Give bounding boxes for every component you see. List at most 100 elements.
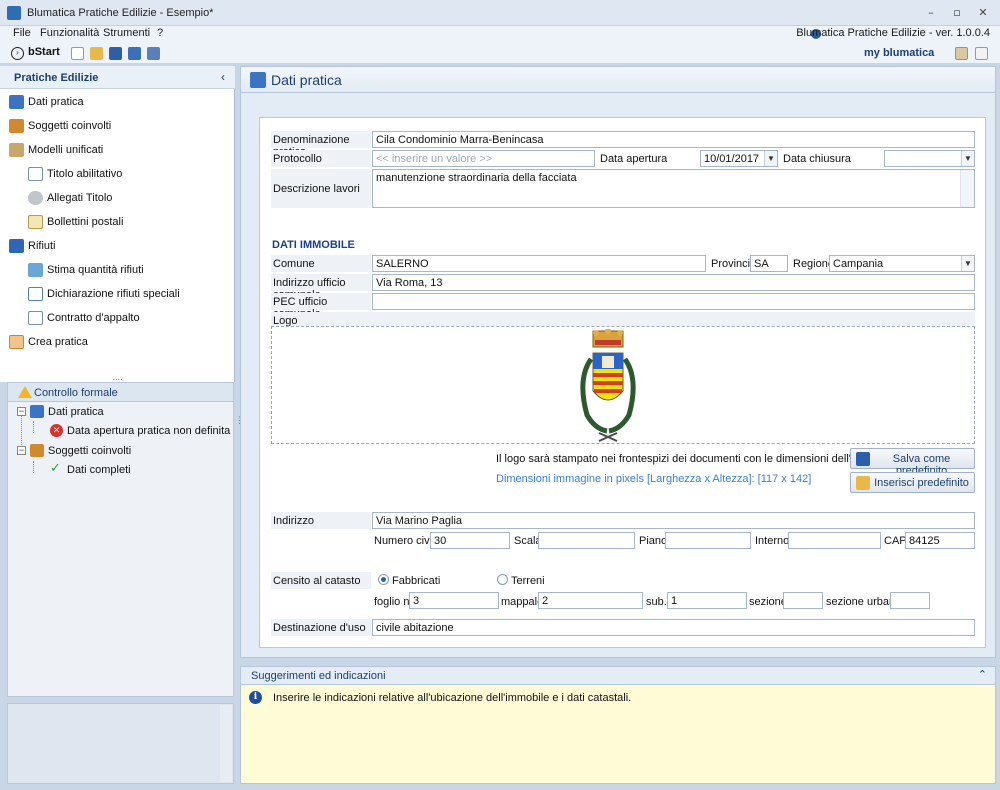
page-title: Dati pratica — [271, 72, 342, 88]
denominazione-field[interactable]: Cila Condominio Marra-Benincasa — [372, 131, 975, 148]
sidebar-item-label: Stima quantità rifiuti — [47, 264, 144, 276]
close-button[interactable]: ✕ — [970, 4, 996, 22]
save-icon[interactable] — [109, 47, 122, 60]
descrizione-field[interactable]: manutenzione straordinaria della facciat… — [372, 169, 975, 208]
main-header: Dati pratica — [240, 66, 996, 93]
tree-collapse-toggle[interactable]: − — [17, 446, 26, 455]
regione-select[interactable]: Campania ▼ — [829, 255, 975, 272]
sidebar-header: Pratiche Edilizie ‹ — [0, 66, 235, 89]
data-apertura-field[interactable]: 10/01/2017 ▼ — [700, 150, 778, 167]
cap-label: CAP — [884, 535, 907, 547]
protocollo-label: Protocollo — [271, 150, 371, 167]
collapse-suggestions-button[interactable]: ⌃ — [978, 668, 987, 681]
cap-field[interactable]: 84125 — [905, 532, 975, 549]
menu-strumenti[interactable]: Strumenti — [103, 27, 150, 39]
suggestions-title: Suggerimenti ed indicazioni — [251, 670, 386, 682]
recycle-icon — [9, 239, 24, 253]
indirizzo-ufficio-field[interactable]: Via Roma, 13 — [372, 274, 975, 291]
house-doc-icon — [30, 405, 44, 418]
indirizzo-field[interactable]: Via Marino Paglia — [372, 512, 975, 529]
postal-icon — [28, 215, 43, 229]
bstart-button[interactable]: bStart — [28, 46, 60, 58]
menu-help[interactable]: ? — [157, 27, 163, 39]
paperclip-icon — [28, 191, 43, 205]
numero-civico-field[interactable]: 30 — [430, 532, 510, 549]
tree-node-label: Soggetti coinvolti — [48, 445, 132, 457]
user-card-icon[interactable] — [955, 47, 968, 60]
sidebar-item-label: Rifiuti — [28, 240, 56, 252]
sidebar-item-label: Titolo abilitativo — [47, 168, 123, 180]
radio-fabbricati[interactable] — [378, 574, 389, 585]
sidebar-item-dati-pratica[interactable]: Dati pratica — [4, 90, 229, 114]
tree-collapse-toggle[interactable]: − — [17, 407, 26, 416]
tree-node-label: Data apertura pratica non definita — [67, 425, 231, 437]
provincia-field[interactable]: SA — [750, 255, 788, 272]
minimize-button[interactable]: – — [918, 4, 944, 22]
sub-field[interactable]: 1 — [667, 592, 747, 609]
dropdown-arrow-icon[interactable]: ▼ — [961, 256, 974, 271]
sidebar-item-label: Dati pratica — [28, 96, 84, 108]
warning-icon — [18, 386, 32, 398]
scrollbar[interactable] — [220, 705, 232, 782]
comune-field[interactable]: SALERNO — [372, 255, 706, 272]
book-icon — [9, 143, 24, 157]
new-document-icon[interactable] — [71, 47, 84, 60]
checkmark-icon: ✓ — [50, 461, 61, 476]
settings-doc-icon[interactable] — [975, 47, 988, 60]
sidebar-splitter[interactable]: .... — [0, 373, 235, 382]
logo-drop-area[interactable] — [271, 326, 975, 444]
scala-field[interactable] — [538, 532, 635, 549]
protocollo-field[interactable]: << inserire un valore >> — [372, 150, 595, 167]
salva-predefinito-button[interactable]: Salva come predefinito — [850, 448, 975, 477]
house-doc-icon — [9, 95, 24, 109]
sidebar-item-bollettini[interactable]: Bollettini postali — [4, 210, 229, 234]
textarea-scrollbar[interactable] — [960, 170, 974, 207]
my-blumatica-brand[interactable]: my blumatica — [864, 47, 934, 59]
play-circle-icon[interactable]: › — [11, 47, 24, 60]
piano-field[interactable] — [665, 532, 751, 549]
sidebar-item-dichiarazione[interactable]: Dichiarazione rifiuti speciali — [4, 282, 229, 306]
collapse-sidebar-button[interactable]: ‹ — [221, 70, 225, 84]
sidebar-item-soggetti[interactable]: Soggetti coinvolti — [4, 114, 229, 138]
interno-field[interactable] — [788, 532, 881, 549]
dropdown-arrow-icon[interactable]: ▼ — [961, 151, 974, 166]
sezione-urbana-field[interactable] — [890, 592, 930, 609]
regione-value: Campania — [833, 258, 884, 270]
sidebar-item-label: Crea pratica — [28, 336, 88, 348]
radio-terreni[interactable] — [497, 574, 508, 585]
menu-funzionalita[interactable]: Funzionalità — [40, 27, 99, 39]
document-icon — [28, 167, 43, 181]
inserisci-predefinito-button[interactable]: Inserisci predefinito — [850, 472, 975, 493]
inserisci-predefinito-label: Inserisci predefinito — [874, 477, 969, 489]
maximize-button[interactable]: ▫ — [944, 4, 970, 22]
menu-bar: File Funzionalità Strumenti ? Blumatica … — [0, 26, 1000, 43]
sezione-field[interactable] — [783, 592, 823, 609]
terreni-label: Terreni — [511, 575, 545, 587]
destinazione-field[interactable]: civile abitazione — [372, 619, 975, 636]
sub-label: sub. — [646, 596, 667, 608]
pec-label: PEC ufficio comunale — [271, 293, 371, 320]
foglio-field[interactable]: 3 — [409, 592, 499, 609]
sidebar-item-titolo[interactable]: Titolo abilitativo — [4, 162, 229, 186]
logo-dimensions: Dimensioni immagine in pixels [Larghezza… — [496, 473, 812, 485]
data-chiusura-field[interactable]: ▼ — [884, 150, 975, 167]
save-all-icon[interactable] — [128, 47, 141, 60]
sidebar-item-stima[interactable]: Stima quantità rifiuti — [4, 258, 229, 282]
sezione-label: sezione — [749, 596, 787, 608]
suggestions-text: Inserire le indicazioni relative all'ubi… — [273, 692, 632, 704]
foglio-label: foglio n. — [374, 596, 413, 608]
sidebar-item-contratto[interactable]: Contratto d'appalto — [4, 306, 229, 330]
open-folder-icon[interactable] — [90, 47, 103, 60]
sidebar-item-modelli[interactable]: Modelli unificati — [4, 138, 229, 162]
pec-field[interactable] — [372, 293, 975, 310]
version-label: Blumatica Pratiche Edilizie - ver. 1.0.0… — [796, 27, 990, 39]
mappale-field[interactable]: 2 — [538, 592, 643, 609]
sidebar-item-crea[interactable]: Crea pratica — [4, 330, 229, 354]
sidebar-item-allegati[interactable]: Allegati Titolo — [4, 186, 229, 210]
sidebar-item-rifiuti[interactable]: Rifiuti — [4, 234, 229, 258]
menu-file[interactable]: File — [13, 27, 31, 39]
controllo-formale-title: Controllo formale — [34, 387, 118, 399]
save-as-icon[interactable] — [147, 47, 160, 60]
destinazione-label: Destinazione d'uso — [271, 619, 371, 636]
dropdown-arrow-icon[interactable]: ▼ — [764, 151, 777, 166]
